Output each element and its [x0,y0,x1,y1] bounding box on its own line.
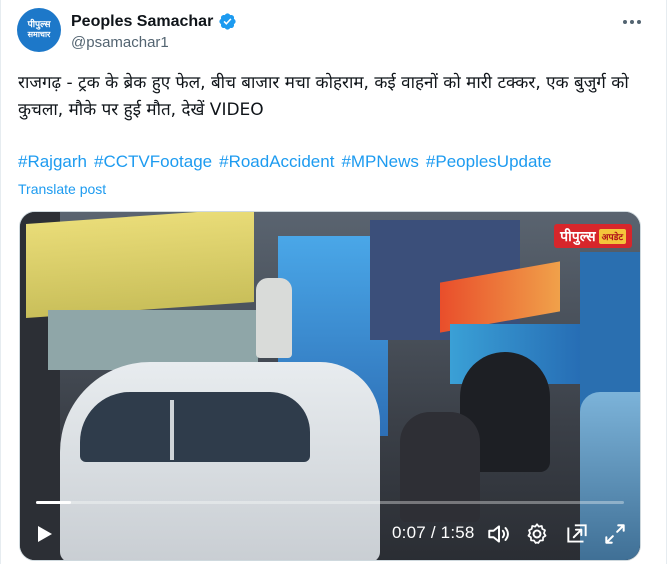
picture-in-picture-icon[interactable] [564,521,590,547]
tweet-card: पीपुल्स समाचार Peoples Samachar @psamach… [0,0,667,564]
video-time-display: 0:07 / 1:58 [392,523,475,543]
avatar[interactable]: पीपुल्स समाचार [17,8,61,52]
volume-icon[interactable] [486,521,512,547]
channel-watermark: पीपुल्स अपडेट [554,224,632,248]
settings-gear-icon[interactable] [524,521,550,547]
post-text: राजगढ़ - ट्रक के ब्रेक हुए फेल, बीच बाजा… [18,73,629,120]
avatar-text-line2: समाचार [27,30,51,39]
translate-post-link[interactable]: Translate post [18,181,106,197]
video-player[interactable]: पीपुल्स अपडेट 0:07 / 1:58 [19,211,641,561]
watermark-tag: अपडेट [598,228,626,244]
verified-badge-icon [219,13,236,30]
display-name[interactable]: Peoples Samachar [71,13,213,31]
video-progress-fill [36,501,72,504]
play-icon[interactable] [34,524,54,544]
hashtag-rajgarh[interactable]: #Rajgarh [18,150,87,174]
hashtag-mpnews[interactable]: #MPNews [341,150,418,174]
hashtag-cctvfootage[interactable]: #CCTVFootage [94,150,212,174]
avatar-text-line1: पीपुल्स [27,20,51,30]
hashtag-peoplesupdate[interactable]: #PeoplesUpdate [426,150,552,174]
duration: 1:58 [440,523,475,542]
more-options-icon[interactable] [620,12,644,32]
current-time: 0:07 [392,523,426,542]
time-separator: / [425,523,441,542]
video-controls: 0:07 / 1:58 [20,508,640,560]
author-handle[interactable]: @psamachar1 [71,34,169,51]
hashtag-roadaccident[interactable]: #RoadAccident [219,150,334,174]
hashtag-list: #Rajgarh #CCTVFootage #RoadAccident #MPN… [18,150,648,174]
fullscreen-icon[interactable] [602,521,628,547]
video-progress-bar[interactable] [36,501,624,504]
watermark-main: पीपुल्स [560,228,596,245]
author-name-row: Peoples Samachar [71,12,237,31]
